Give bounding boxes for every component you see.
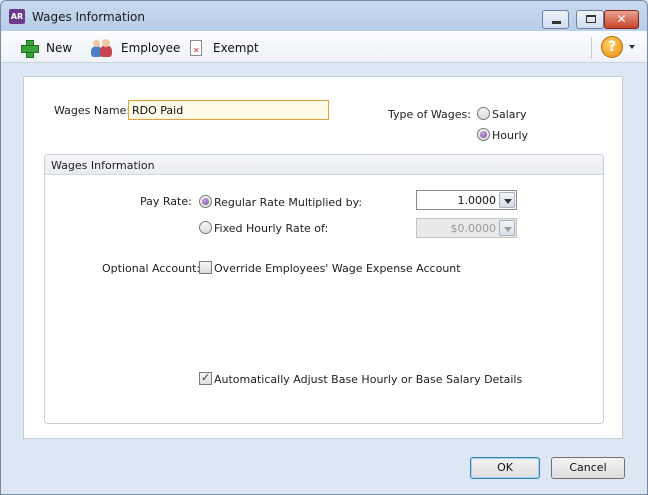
group-title: Wages Information: [51, 159, 155, 172]
wages-name-label: Wages Name:: [54, 104, 131, 117]
toolbar-separator: [591, 37, 592, 59]
exempt-button[interactable]: ✕ Exempt: [187, 36, 259, 60]
hourly-radio[interactable]: [477, 128, 490, 141]
maximize-button[interactable]: [576, 10, 604, 29]
close-button[interactable]: ✕: [604, 10, 639, 29]
fixed-rate-value: $0.0000: [450, 222, 497, 235]
type-of-wages-label: Type of Wages:: [388, 108, 471, 121]
app-icon: AR: [9, 9, 25, 24]
exempt-document-icon: ✕: [187, 39, 205, 57]
salary-radio[interactable]: [477, 107, 490, 120]
window-title: Wages Information: [32, 10, 145, 24]
exempt-label: Exempt: [213, 41, 259, 55]
new-button[interactable]: New: [20, 36, 72, 60]
auto-adjust-checkbox[interactable]: [199, 371, 212, 385]
employee-label: Employee: [121, 41, 181, 55]
regular-rate-input[interactable]: 1.0000: [416, 190, 517, 210]
override-label: Override Employees' Wage Expense Account: [214, 262, 461, 275]
fixed-rate-dropdown-icon: [499, 220, 515, 236]
cancel-button[interactable]: Cancel: [551, 457, 625, 479]
ok-button[interactable]: OK: [470, 457, 540, 479]
close-icon: ✕: [616, 12, 627, 26]
regular-rate-dropdown-icon[interactable]: [499, 192, 515, 208]
maximize-icon: [586, 15, 596, 23]
regular-rate-radio[interactable]: [199, 195, 212, 208]
group-header: Wages Information: [45, 155, 603, 175]
regular-rate-value: 1.0000: [457, 194, 497, 207]
wages-name-input[interactable]: [128, 100, 329, 120]
title-bar: AR Wages Information ✕: [1, 1, 647, 31]
fixed-rate-radio[interactable]: [199, 221, 212, 234]
fixed-rate-input: $0.0000: [416, 218, 517, 238]
hourly-radio-label: Hourly: [492, 129, 529, 142]
optional-account-label: Optional Account:: [102, 262, 201, 275]
regular-rate-label: Regular Rate Multiplied by:: [214, 196, 363, 209]
employees-icon: [89, 39, 113, 57]
salary-radio-label: Salary: [492, 108, 527, 121]
chevron-down-icon[interactable]: [629, 45, 635, 49]
plus-icon: [20, 39, 39, 58]
fixed-rate-label: Fixed Hourly Rate of:: [214, 222, 329, 235]
override-checkbox[interactable]: [199, 261, 212, 274]
minimize-button[interactable]: [542, 10, 569, 29]
employee-button[interactable]: Employee: [89, 36, 180, 60]
pay-rate-label: Pay Rate:: [140, 195, 192, 208]
new-label: New: [46, 41, 73, 55]
help-icon[interactable]: ?: [601, 36, 623, 58]
minimize-icon: [552, 21, 561, 24]
wages-information-window: AR Wages Information ✕ New Employee ✕ Ex…: [0, 0, 648, 495]
auto-adjust-label: Automatically Adjust Base Hourly or Base…: [214, 373, 523, 386]
